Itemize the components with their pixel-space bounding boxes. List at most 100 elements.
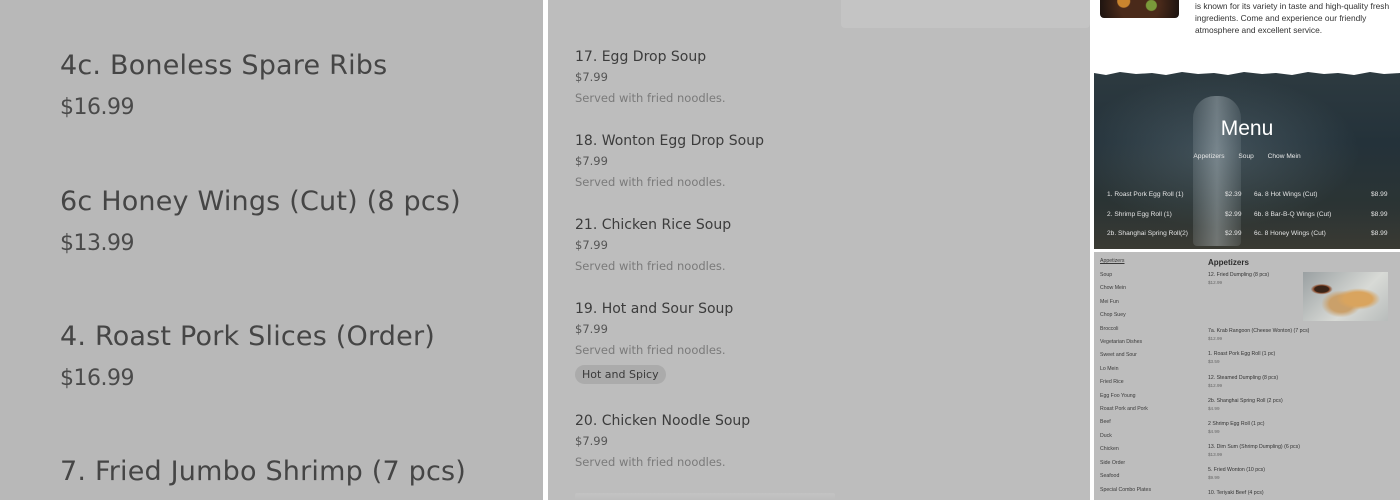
category-vegetarian[interactable]: Vegetarian Dishes [1100, 339, 1142, 345]
next-item-cutoff [575, 493, 835, 500]
soup-item-description: Served with fried noodles. [575, 259, 726, 273]
hero-item-name[interactable]: 6a. 8 Hot Wings (Cut) [1254, 191, 1317, 198]
menu-item-name: 6c Honey Wings (Cut) (8 pcs) [60, 186, 461, 217]
dish-name: 7a. Krab Rangoon (Cheese Wonton) (7 pcs) [1208, 328, 1310, 334]
hero-item-price: $8.99 [1371, 191, 1388, 198]
dish-price: $9.99 [1208, 475, 1220, 480]
category-soup[interactable]: Soup [1100, 272, 1112, 278]
dish-item[interactable]: 12. Steamed Dumpling (8 pcs) $12.99 [1208, 375, 1278, 388]
menu-item-price: $16.99 [60, 95, 134, 120]
soup-item-description: Served with fried noodles. [575, 91, 726, 105]
menu-item-name: 7. Fried Jumbo Shrimp (7 pcs) [60, 456, 467, 487]
dish-price: $3.59 [1208, 359, 1220, 364]
section-title: Appetizers [1208, 258, 1249, 267]
soup-item[interactable]: 21. Chicken Rice Soup $7.99 Served with … [575, 217, 731, 273]
dish-price: $12.99 [1208, 383, 1223, 388]
dish-name: 1. Roast Pork Egg Roll (1 pc) [1208, 351, 1276, 357]
menu-item[interactable]: 4c. Boneless Spare Ribs $16.99 [60, 50, 387, 120]
hero-item-name[interactable]: 2b. Shanghai Spring Roll(2) [1107, 230, 1188, 237]
category-chop-suey[interactable]: Chop Suey [1100, 312, 1126, 318]
hero-item-price: $2.39 [1225, 191, 1242, 198]
dish-price: $4.99 [1208, 406, 1220, 411]
category-side-order[interactable]: Side Order [1100, 460, 1125, 466]
category-fried-rice[interactable]: Fried Rice [1100, 379, 1124, 385]
menu-tabs: Appetizers Soup Chow Mein [1094, 153, 1400, 160]
about-line: is known for its variety in taste and hi… [1195, 1, 1390, 11]
soup-item-name: 18. Wonton Egg Drop Soup [575, 133, 764, 149]
category-mei-fun[interactable]: Mei Fun [1100, 299, 1119, 305]
menu-item-name: 4. Roast Pork Slices (Order) [60, 321, 435, 352]
about-text: is known for its variety in taste and hi… [1195, 0, 1395, 36]
menu-hero-background [1094, 72, 1400, 249]
dish-item[interactable]: 5. Fried Wonton (10 pcs) $9.99 [1208, 467, 1265, 480]
menu-item[interactable]: 6c Honey Wings (Cut) (8 pcs) $13.99 [60, 186, 461, 256]
soup-item[interactable]: 19. Hot and Sour Soup $7.99 Served with … [575, 301, 733, 384]
soup-item-price: $7.99 [575, 70, 608, 84]
dumpling-photo [1303, 272, 1388, 321]
category-seafood[interactable]: Seafood [1100, 473, 1119, 479]
about-line: ingredients. Come and experience our fri… [1195, 13, 1367, 23]
soup-list-panel: 17. Egg Drop Soup $7.99 Served with frie… [548, 0, 1090, 500]
category-lo-mein[interactable]: Lo Mein [1100, 366, 1118, 372]
category-chow-mein[interactable]: Chow Mein [1100, 285, 1126, 291]
hero-item-price: $2.99 [1225, 230, 1242, 237]
menu-item[interactable]: 4. Roast Pork Slices (Order) $16.99 [60, 321, 435, 391]
category-roast-pork[interactable]: Roast Pork and Pork [1100, 406, 1148, 412]
about-line: atmosphere and excellent service. [1195, 25, 1323, 35]
category-egg-foo-young[interactable]: Egg Foo Young [1100, 393, 1135, 399]
zoomed-menu-panel: 4c. Boneless Spare Ribs $16.99 6c Honey … [0, 0, 543, 500]
food-photo [1100, 0, 1179, 18]
soup-item[interactable]: 17. Egg Drop Soup $7.99 Served with frie… [575, 49, 726, 105]
full-menu-panel: Appetizers Soup Chow Mein Mei Fun Chop S… [1094, 252, 1400, 500]
hero-item-name[interactable]: 6c. 8 Honey Wings (Cut) [1254, 230, 1326, 237]
soup-item-price: $7.99 [575, 154, 608, 168]
dish-price: $4.99 [1208, 429, 1220, 434]
soup-item-description: Served with fried noodles. [575, 455, 726, 469]
soup-item-description: Served with fried noodles. [575, 343, 726, 357]
category-chicken[interactable]: Chicken [1100, 446, 1119, 452]
dish-name: 2 Shrimp Egg Roll (1 pc) [1208, 421, 1265, 427]
dish-name: 5. Fried Wonton (10 pcs) [1208, 467, 1265, 473]
dish-price: $12.99 [1208, 336, 1223, 341]
soup-item-description: Served with fried noodles. [575, 175, 726, 189]
hero-item-price: $8.99 [1371, 211, 1388, 218]
menu-heading: Menu [1220, 117, 1274, 140]
dish-item[interactable]: 7a. Krab Rangoon (Cheese Wonton) (7 pcs)… [1208, 328, 1309, 341]
hero-item-name[interactable]: 6b. 8 Bar-B-Q Wings (Cut) [1254, 211, 1331, 218]
dish-item[interactable]: 13. Dim Sum (Shrimp Dumpling) (6 pcs) $1… [1208, 444, 1300, 457]
category-duck[interactable]: Duck [1100, 433, 1112, 439]
soup-item[interactable]: 18. Wonton Egg Drop Soup $7.99 Served wi… [575, 133, 764, 189]
category-sweet-and-sour[interactable]: Sweet and Sour [1100, 352, 1137, 358]
menu-item-price: $16.99 [60, 366, 134, 391]
dish-item[interactable]: 2b. Shanghai Spring Roll (2 pcs) $4.99 [1208, 398, 1283, 411]
category-beef[interactable]: Beef [1100, 419, 1111, 425]
soup-item-price: $7.99 [575, 238, 608, 252]
dish-name: 13. Dim Sum (Shrimp Dumpling) (6 pcs) [1208, 444, 1300, 450]
soup-item-price: $7.99 [575, 322, 608, 336]
tab-soup[interactable]: Soup [1238, 153, 1253, 160]
soup-item-name: 17. Egg Drop Soup [575, 49, 707, 65]
dish-price: $13.99 [1208, 452, 1223, 457]
soup-item-name: 21. Chicken Rice Soup [575, 217, 732, 233]
tab-chow-mein[interactable]: Chow Mein [1268, 153, 1301, 160]
hero-item-name[interactable]: 2. Shrimp Egg Roll (1) [1107, 211, 1172, 218]
soup-item[interactable]: 20. Chicken Noodle Soup $7.99 Served wit… [575, 413, 750, 469]
category-special-combo[interactable]: Special Combo Plates [1100, 487, 1151, 493]
menu-item[interactable]: 7. Fried Jumbo Shrimp (7 pcs) [60, 456, 466, 487]
category-appetizers[interactable]: Appetizers [1100, 258, 1125, 264]
hero-item-price: $8.99 [1371, 230, 1388, 237]
dish-item[interactable]: 2 Shrimp Egg Roll (1 pc) $4.99 [1208, 421, 1265, 434]
tab-appetizers[interactable]: Appetizers [1193, 153, 1224, 160]
category-broccoli[interactable]: Broccoli [1100, 326, 1118, 332]
dish-item[interactable]: 10. Teriyaki Beef (4 pcs) [1208, 490, 1264, 496]
spicy-badge: Hot and Spicy [575, 365, 666, 384]
menu-item-name: 4c. Boneless Spare Ribs [60, 50, 388, 81]
top-bar [841, 0, 1090, 28]
dish-name: 10. Teriyaki Beef (4 pcs) [1208, 490, 1264, 496]
dish-item[interactable]: 1. Roast Pork Egg Roll (1 pc) $3.59 [1208, 351, 1275, 364]
dish-item[interactable]: 12. Fried Dumpling (8 pcs) $12.99 [1208, 272, 1269, 285]
hero-item-name[interactable]: 1. Roast Pork Egg Roll (1) [1107, 191, 1184, 198]
soup-item-name: 20. Chicken Noodle Soup [575, 413, 751, 429]
dish-name: 2b. Shanghai Spring Roll (2 pcs) [1208, 398, 1283, 404]
torn-paper-edge [1094, 69, 1400, 75]
